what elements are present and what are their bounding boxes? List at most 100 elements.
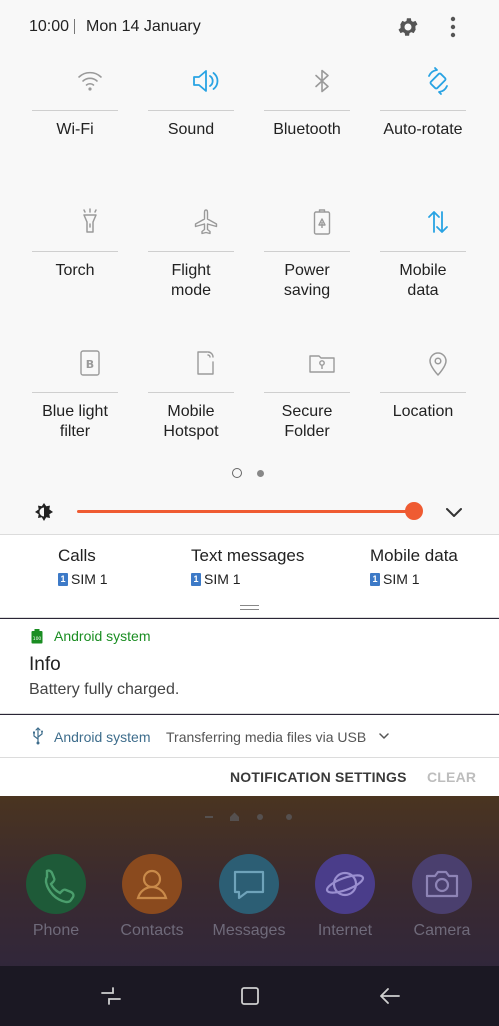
tile-location[interactable]: Location	[380, 348, 496, 474]
sim-mobile-data-value: SIM 1	[383, 571, 420, 587]
contacts-app-icon[interactable]	[122, 854, 182, 914]
more-options-icon[interactable]	[442, 15, 464, 39]
sound-icon	[193, 70, 219, 92]
chevron-down-icon[interactable]	[378, 731, 390, 741]
notification-body: Battery fully charged.	[29, 681, 180, 698]
tile-label: Bluetooth	[273, 121, 341, 138]
home-icon	[230, 812, 239, 821]
sim-card-icon: 1	[370, 572, 380, 586]
gear-icon[interactable]	[396, 15, 420, 39]
svg-text:100: 100	[33, 636, 42, 642]
divider	[148, 251, 234, 252]
page-dot	[257, 470, 264, 477]
blue-light-filter-icon: B	[80, 350, 100, 376]
tile-sound[interactable]: Sound	[148, 66, 264, 192]
status-bar: 10:00 Mon 14 January	[0, 0, 499, 54]
notification-battery[interactable]: 100 Android system Info Battery fully ch…	[0, 619, 499, 714]
messages-icon	[233, 870, 265, 900]
tile-label: Mobile Hotspot	[163, 403, 219, 440]
tile-label: Wi-Fi	[56, 121, 94, 138]
auto-rotate-icon	[428, 67, 448, 95]
brightness-slider-thumb[interactable]	[405, 502, 423, 520]
sim-mobile-data[interactable]: Mobile data 1 SIM 1	[370, 546, 499, 587]
phone-app-label: Phone	[32, 922, 80, 939]
brightness-slider[interactable]	[77, 510, 415, 513]
tile-wifi[interactable]: Wi-Fi	[32, 66, 148, 192]
tile-label: Flight mode	[170, 262, 212, 299]
tile-auto-rotate[interactable]: Auto-rotate	[380, 66, 496, 192]
tile-label: Power saving	[283, 262, 331, 299]
notification-actions: NOTIFICATION SETTINGS CLEAR	[0, 758, 499, 796]
notification-app-name: Android system	[54, 628, 151, 644]
page-dot	[205, 816, 213, 818]
sim-text-messages-value: SIM 1	[204, 571, 241, 587]
chevron-down-icon[interactable]	[444, 503, 464, 521]
notification-usb[interactable]: Android system Transferring media files …	[0, 715, 499, 758]
tile-mobile-data[interactable]: Mobile data	[380, 207, 496, 333]
svg-text:B: B	[86, 358, 94, 371]
brightness-control	[0, 494, 499, 530]
location-icon	[429, 352, 447, 376]
divider	[264, 251, 350, 252]
tile-mobile-hotspot[interactable]: Mobile Hotspot	[148, 348, 264, 474]
sim-text-messages[interactable]: Text messages 1 SIM 1	[191, 546, 351, 587]
sim-calls-value: SIM 1	[71, 571, 108, 587]
tile-label: Blue light filter	[42, 403, 108, 440]
messages-app-icon[interactable]	[219, 854, 279, 914]
tile-flight-mode[interactable]: Flight mode	[148, 207, 264, 333]
sim-card-icon: 1	[58, 572, 68, 586]
tile-label: Secure Folder	[281, 403, 333, 440]
tile-label: Mobile data	[399, 262, 447, 299]
home-page-indicator	[0, 810, 499, 822]
divider	[380, 251, 466, 252]
drag-handle[interactable]	[240, 605, 259, 610]
sim-mobile-data-title: Mobile data	[370, 546, 458, 565]
contacts-app-label: Contacts	[120, 922, 184, 939]
contacts-icon	[136, 869, 168, 900]
tile-blue-light-filter[interactable]: B Blue light filter	[32, 348, 148, 474]
tile-power-saving[interactable]: Power saving	[264, 207, 380, 333]
divider	[380, 392, 466, 393]
recent-apps-icon[interactable]	[99, 984, 123, 1008]
tile-label: Auto-rotate	[383, 121, 463, 138]
bluetooth-icon	[315, 69, 329, 93]
tile-secure-folder[interactable]: Secure Folder	[264, 348, 380, 474]
clock: 10:00	[29, 18, 70, 35]
camera-app-icon[interactable]	[412, 854, 472, 914]
tile-label: Sound	[167, 121, 215, 138]
navigation-bar	[0, 966, 499, 1026]
messages-app-label: Messages	[212, 922, 286, 939]
divider	[264, 392, 350, 393]
divider	[74, 19, 75, 34]
torch-icon	[83, 208, 97, 233]
internet-icon	[325, 871, 365, 897]
power-saving-icon	[313, 209, 331, 235]
divider	[264, 110, 350, 111]
notification-settings-button[interactable]: NOTIFICATION SETTINGS	[230, 769, 407, 785]
back-icon[interactable]	[378, 984, 402, 1008]
clear-button[interactable]: CLEAR	[427, 769, 476, 785]
battery-icon: 100	[31, 629, 43, 644]
internet-app-icon[interactable]	[315, 854, 375, 914]
secure-folder-icon	[309, 355, 335, 373]
hotspot-icon	[197, 351, 214, 375]
mobile-data-icon	[428, 211, 448, 233]
page-dot	[257, 814, 263, 820]
page-indicator	[0, 466, 499, 480]
internet-app-label: Internet	[317, 922, 373, 939]
tile-torch[interactable]: Torch	[32, 207, 148, 333]
page-dot-active	[232, 468, 242, 478]
sim-settings-row: Calls 1 SIM 1 Text messages 1 SIM 1 Mobile…	[0, 534, 499, 618]
divider	[32, 392, 118, 393]
divider	[148, 110, 234, 111]
wifi-icon	[78, 71, 102, 91]
date: Mon 14 January	[86, 18, 201, 35]
phone-app-icon[interactable]	[26, 854, 86, 914]
tile-bluetooth[interactable]: Bluetooth	[264, 66, 380, 192]
tile-label: Torch	[55, 262, 95, 279]
quick-panel: 10:00 Mon 14 January Wi-Fi Sound Bluetoo…	[0, 0, 499, 534]
home-button-icon[interactable]	[238, 984, 262, 1008]
notification-title: Info	[29, 654, 61, 675]
airplane-icon	[194, 209, 218, 235]
tile-label: Location	[392, 403, 454, 420]
